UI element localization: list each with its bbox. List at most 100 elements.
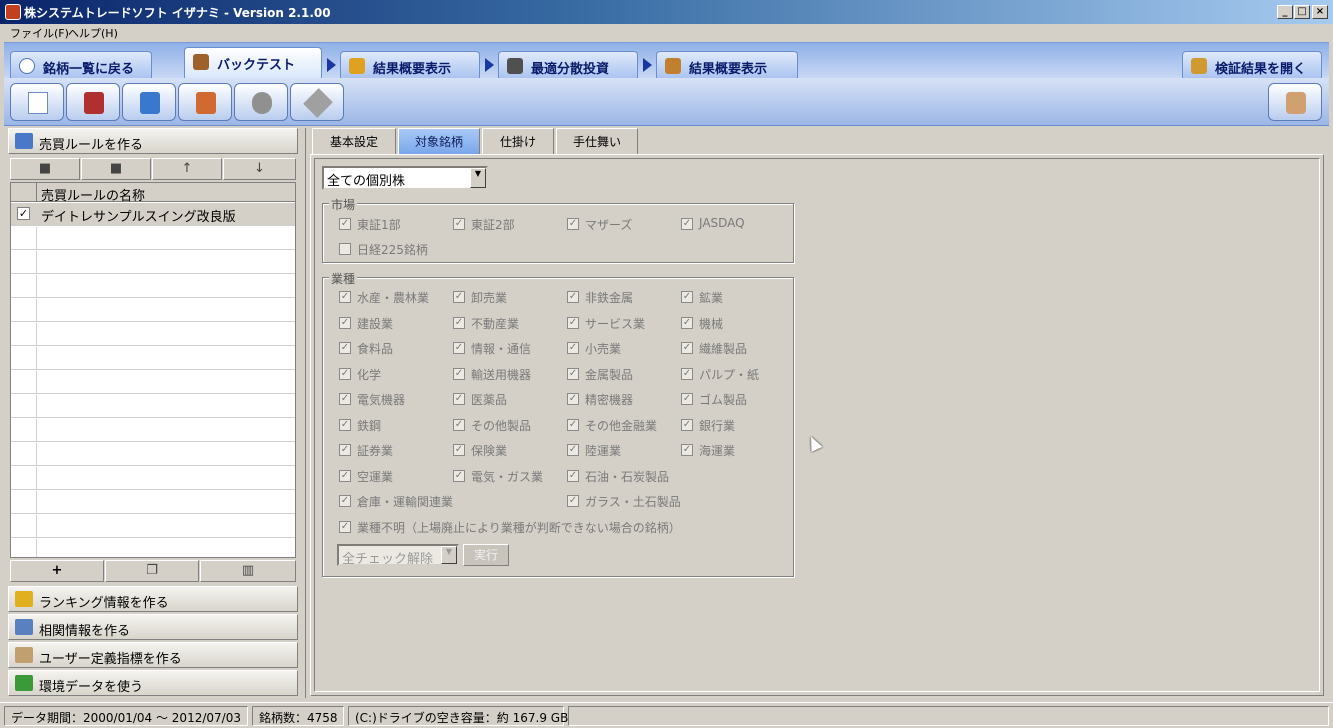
checkbox-box[interactable]: ✓	[339, 342, 351, 354]
cash-register-icon	[84, 92, 104, 114]
new-button[interactable]	[10, 83, 64, 121]
copy-rule-button[interactable]: ❐	[105, 560, 199, 582]
checkbox-box[interactable]: ✓	[681, 316, 693, 329]
industry-label: 海運業	[699, 444, 736, 458]
checkbox-box[interactable]: ✓	[681, 418, 693, 431]
copy-icon: ❐	[146, 563, 158, 578]
industry-label: 倉庫・運輸関連業	[357, 495, 454, 509]
checkbox-box[interactable]: ✓	[567, 444, 579, 456]
open-results-button[interactable]: 検証結果を開く	[1182, 51, 1322, 79]
user-indicator-section-header[interactable]: ユーザー定義指標を作る	[8, 642, 298, 668]
rule-checkbox[interactable]: ✓	[17, 207, 30, 220]
tab-stock-list[interactable]: 銘柄一覧に戻る	[10, 51, 152, 79]
save-button[interactable]: ■	[10, 158, 80, 180]
checkbox-box[interactable]: ✓	[453, 469, 465, 482]
tab-result-summary[interactable]: 結果概要表示	[340, 51, 480, 79]
stock-type-select[interactable]: 全ての個別株 ▼	[322, 166, 488, 190]
add-rule-button[interactable]: +	[10, 560, 104, 582]
checkbox-box[interactable]: ✓	[453, 342, 465, 354]
tab-target-stocks[interactable]: 対象銘柄	[398, 128, 480, 154]
checkbox-box[interactable]: ✓	[567, 393, 579, 405]
checkbox-box[interactable]: ✓	[681, 393, 693, 405]
tab-basic-settings[interactable]: 基本設定	[312, 128, 396, 154]
tab-exit[interactable]: 手仕舞い	[556, 128, 638, 154]
chevron-down-icon[interactable]: ▼	[470, 168, 486, 188]
delete-rule-button[interactable]: ▥	[200, 560, 296, 582]
checkbox-box[interactable]: ✓	[339, 469, 351, 482]
save-as-icon: ■	[109, 161, 123, 176]
menu-help[interactable]: ヘルプ(H)	[68, 25, 118, 41]
tab-result-summary-2[interactable]: 結果概要表示	[656, 51, 798, 79]
move-up-button[interactable]: ↑	[152, 158, 222, 180]
table-row[interactable]: ✓ デイトレサンプルスイング改良版	[11, 203, 295, 226]
ranking-section-header[interactable]: ランキング情報を作る	[8, 586, 298, 612]
table-row	[11, 251, 295, 274]
industry-label: 陸運業	[585, 444, 622, 458]
minimize-button[interactable]: _	[1277, 5, 1293, 19]
checkbox-box[interactable]: ✓	[339, 444, 351, 456]
checkbox-box[interactable]: ✓	[453, 418, 465, 431]
export-button[interactable]	[122, 83, 176, 121]
environment-data-section-header[interactable]: 環境データを使う	[8, 670, 298, 696]
industry-label: 鉄鋼	[357, 418, 382, 433]
rules-grid: 売買ルールの名称 ✓ デイトレサンプルスイング改良版	[10, 182, 296, 558]
maximize-button[interactable]: □	[1294, 5, 1310, 19]
nav-tab-band: 銘柄一覧に戻る バックテスト 結果概要表示 最適分散投資 結果概要表示 検証結果…	[4, 42, 1329, 79]
industry-label: 機械	[699, 316, 724, 331]
checkbox-box[interactable]: ✓	[453, 367, 465, 380]
checkbox-box[interactable]: ✓	[567, 495, 579, 507]
bulk-check-select[interactable]: 全チェック解除 ▼	[337, 544, 459, 567]
checkbox-box[interactable]: ✓	[453, 444, 465, 456]
menu-file[interactable]: ファイル(F)	[10, 25, 69, 41]
tools-button[interactable]	[290, 83, 344, 121]
industry-label: 建設業	[357, 316, 394, 331]
import-button[interactable]	[178, 83, 232, 121]
rule-name: デイトレサンプルスイング改良版	[41, 210, 236, 225]
checkbox-box[interactable]: ✓	[453, 393, 465, 405]
register-button[interactable]	[66, 83, 120, 121]
flow-arrow-icon	[485, 58, 494, 72]
industry-label: サービス業	[585, 316, 646, 331]
checkbox-box[interactable]: ✓	[339, 418, 351, 431]
settings-button[interactable]	[234, 83, 288, 121]
tab-backtest[interactable]: バックテスト	[184, 47, 322, 79]
checkbox-box[interactable]: ✓	[567, 418, 579, 431]
up-arrow-icon: ↑	[181, 161, 193, 176]
checkbox-box[interactable]: ✓	[339, 393, 351, 405]
checkbox-box[interactable]: ✓	[453, 291, 465, 303]
industry-label: ゴム製品	[699, 393, 748, 407]
checkbox-box[interactable]: ✓	[453, 316, 465, 329]
table-row	[11, 299, 295, 322]
checkbox-box[interactable]: ✓	[681, 367, 693, 380]
correlation-section-header[interactable]: 相関情報を作る	[8, 614, 298, 640]
tab-entry[interactable]: 仕掛け	[482, 128, 554, 154]
checkbox-box[interactable]: ✓	[339, 316, 351, 329]
rules-section-header[interactable]: 売買ルールを作る	[8, 128, 298, 154]
industry-label: 化学	[357, 367, 382, 382]
flow-arrow-icon	[327, 58, 336, 72]
checkbox-box[interactable]: ✓	[681, 342, 693, 354]
save-as-button[interactable]: ■	[81, 158, 151, 180]
checkbox-box[interactable]: ✓	[681, 444, 693, 456]
checkbox-box[interactable]: ✓	[567, 291, 579, 303]
checkbox-box[interactable]: ✓	[567, 469, 579, 482]
tab-optimal-diversification[interactable]: 最適分散投資	[498, 51, 638, 79]
checkbox-box[interactable]: ✓	[339, 495, 351, 507]
checkbox-box[interactable]: ✓	[567, 367, 579, 380]
print-button[interactable]	[1268, 83, 1322, 121]
run-button[interactable]: 実行	[463, 544, 509, 566]
move-down-button[interactable]: ↓	[223, 158, 296, 180]
checkbox-box[interactable]: ✓	[567, 342, 579, 354]
industry-label: 繊維製品	[699, 342, 748, 356]
chevron-down-icon[interactable]: ▼	[441, 546, 457, 564]
checkbox-box[interactable]: ✓	[681, 291, 693, 303]
industry-group: 業種 ✓ 水産・農林業 ✓ 卸売業 ✓ 非鉄金属 ✓ 鉱業 ✓ 建設業 ✓ 不動産業 ✓ サービス業 ✓ 機械…	[322, 270, 794, 577]
crown-icon	[15, 591, 33, 607]
checkbox-box[interactable]: ✓	[339, 367, 351, 380]
checkbox-box[interactable]: ✓	[567, 316, 579, 329]
checkbox-box[interactable]: ✓	[339, 291, 351, 303]
industry-label: 電気機器	[357, 393, 406, 407]
industry-label: 空運業	[357, 469, 394, 484]
status-data-period: データ期間：2000/01/04 〜 2012/07/03	[4, 706, 248, 726]
close-button[interactable]: ×	[1312, 5, 1328, 19]
